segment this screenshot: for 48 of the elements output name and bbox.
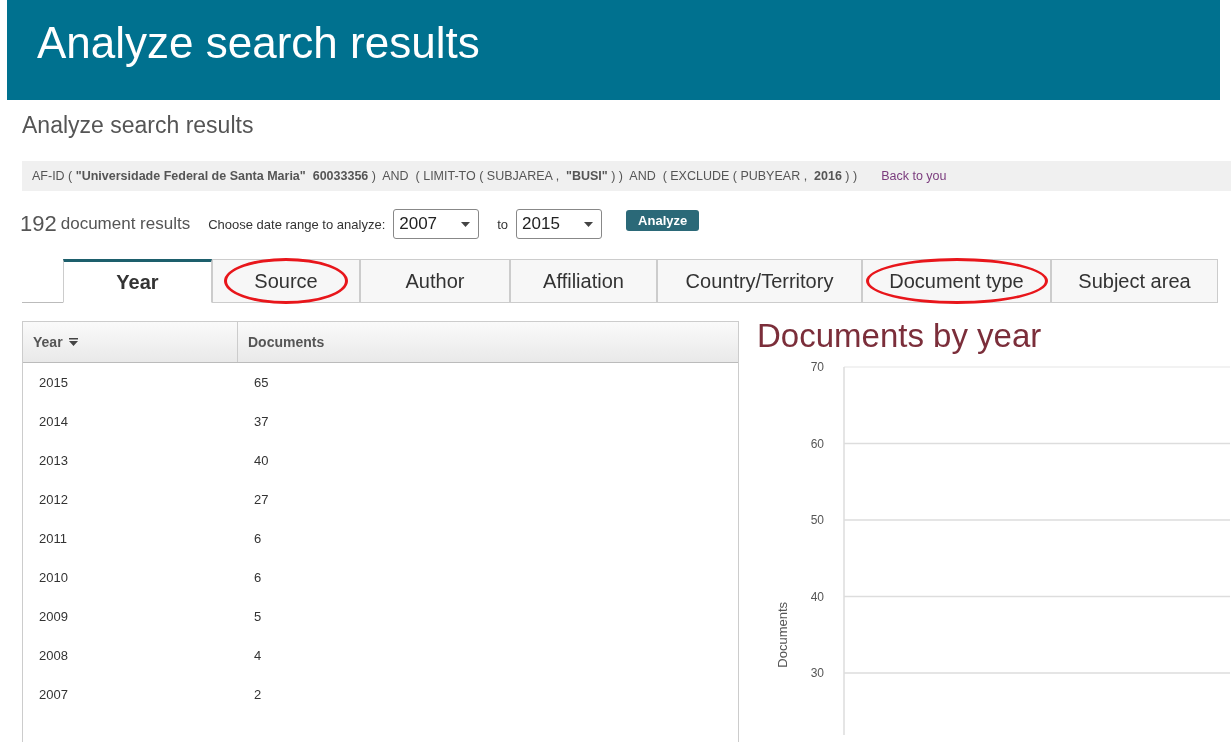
tab[interactable]: Author [360, 259, 510, 303]
table-cell-text: 40 [253, 452, 269, 470]
table-cell-text: 6 [253, 530, 262, 548]
table-cell-text: 2009 [38, 608, 69, 626]
analyze-button[interactable]: Analyze [626, 209, 700, 231]
range-label: Choose date range to analyze: [208, 216, 386, 232]
table-cell-text: 2013 [38, 452, 69, 470]
page-title: Analyze search results [22, 112, 255, 139]
axis-label: Documents [775, 601, 790, 668]
tab[interactable]: Affiliation [510, 259, 657, 303]
chart-title: Documents by year [757, 317, 1043, 355]
table-cell-text: 2008 [38, 647, 69, 665]
dropdown-caret-icon [461, 221, 471, 227]
table-cell-text: 6 [253, 569, 262, 587]
back-link[interactable]: Back to you [881, 169, 947, 183]
to-label: to [497, 216, 509, 232]
to-year-select[interactable]: 2015 [516, 209, 603, 239]
tick-label: 60 [810, 436, 824, 451]
from-year-select[interactable]: 2007 [393, 209, 480, 239]
table-cell-text: 65 [253, 374, 269, 392]
result-label: document results [60, 214, 191, 234]
tab[interactable]: Document type [862, 259, 1051, 303]
result-count: 192 [20, 211, 57, 237]
tab[interactable]: Country/Territory [657, 259, 862, 303]
tab[interactable]: Subject area [1051, 259, 1218, 303]
table-cell-text: 37 [253, 413, 269, 431]
tick-label: 40 [810, 589, 824, 604]
table-cell-text: 2007 [38, 686, 69, 704]
table-cell-text: 4 [253, 647, 262, 665]
tick-label: 70 [810, 360, 824, 374]
column-header[interactable]: Documents [238, 322, 325, 362]
tab[interactable]: Year [63, 259, 212, 303]
table-cell-text: 2011 [38, 530, 68, 548]
tab[interactable]: Source [212, 259, 360, 303]
tick-label: 50 [810, 513, 824, 527]
table-cell-text: 2012 [38, 491, 69, 509]
column-header[interactable]: Year [23, 322, 238, 362]
sort-icon [68, 338, 78, 346]
table-cell-text: 2014 [38, 413, 69, 431]
tick-label: 30 [810, 666, 824, 680]
header-title: Analyze search results [36, 18, 480, 69]
table-cell-text: 2010 [38, 569, 69, 587]
table-cell-text: 5 [253, 608, 262, 626]
dropdown-caret-icon [584, 221, 594, 227]
table-cell-text: 2 [253, 686, 262, 704]
query-text: AF-ID ( "Universidade Federal de Santa Maria" 60033356 ) AND ( LIMIT-TO ( SUBJAREA , "BUSI" ) ) AND ( EXCLUDE ( PUBYEAR , 2016 ) ) [32, 169, 858, 183]
table-cell-text: 27 [253, 491, 269, 509]
table-cell-text: 2015 [38, 374, 69, 392]
